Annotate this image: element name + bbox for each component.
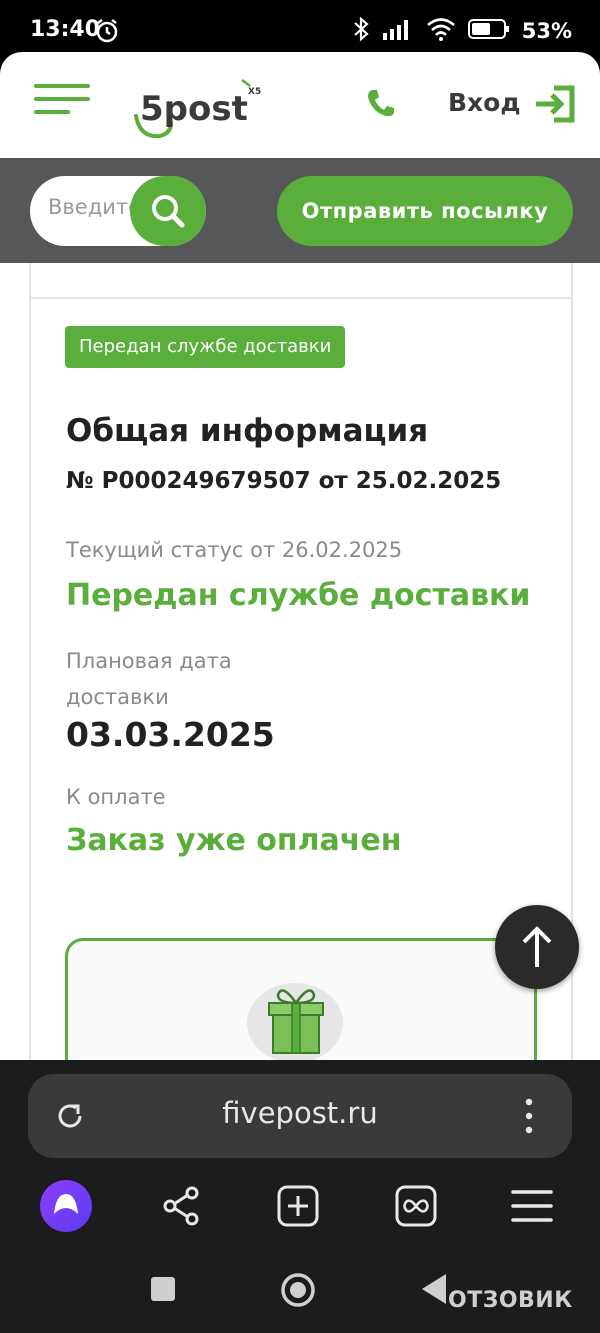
order-number: № P000249679507 от 25.02.2025	[66, 468, 502, 494]
delivery-date-value: 03.03.2025	[66, 715, 275, 754]
address-bar[interactable]: fivepost.ru	[28, 1074, 572, 1158]
share-icon[interactable]	[160, 1184, 204, 1232]
url-text: fivepost.ru	[222, 1096, 378, 1130]
wifi-icon	[426, 17, 456, 45]
search-strip: Отправить посылку	[0, 158, 600, 263]
status-time: 13:40	[30, 17, 101, 42]
card-border	[29, 263, 31, 297]
payment-value: Заказ уже оплачен	[66, 823, 402, 858]
gift-icon	[240, 973, 350, 1060]
watermark: ОТЗОВИК	[448, 1288, 573, 1313]
hamburger-menu-icon[interactable]	[34, 84, 90, 116]
logo-text: 5post	[140, 89, 248, 129]
section-title: Общая информация	[66, 413, 429, 449]
arrow-up-icon	[522, 926, 552, 967]
search-icon	[152, 195, 185, 228]
alarm-icon	[94, 18, 120, 48]
send-parcel-button[interactable]: Отправить посылку	[277, 176, 573, 246]
logo-badge: X5	[248, 87, 261, 97]
search-button[interactable]	[130, 176, 206, 246]
status-indicators: 53%	[352, 16, 572, 46]
login-link[interactable]: Вход	[448, 88, 521, 117]
home-icon[interactable]	[280, 1272, 316, 1312]
browser-bar: fivepost.ru ОТЗОВИК	[0, 1060, 600, 1333]
battery-icon	[467, 18, 510, 44]
battery-percent: 53%	[521, 19, 572, 43]
bluetooth-icon	[352, 16, 370, 46]
status-badge: Передан службе доставки	[65, 326, 346, 368]
phone-icon[interactable]	[366, 88, 396, 122]
new-tab-icon[interactable]	[276, 1184, 320, 1232]
menu-icon[interactable]	[510, 1186, 554, 1230]
status-value: Передан службе доставки	[66, 578, 531, 613]
site-header: 5post X5 Вход	[0, 52, 600, 158]
back-icon[interactable]	[420, 1272, 448, 1310]
logo[interactable]: 5post X5	[130, 72, 270, 142]
delivery-date-caption: Плановая дата доставки	[66, 649, 232, 709]
scroll-to-top-button[interactable]	[495, 905, 579, 989]
more-options-icon[interactable]	[522, 1096, 536, 1140]
login-icon[interactable]	[534, 84, 576, 128]
signal-icon	[382, 17, 414, 45]
payment-caption: К оплате	[66, 785, 166, 809]
order-content: Передан службе доставки Общая информация…	[0, 263, 600, 1060]
recents-icon[interactable]	[150, 1276, 176, 1306]
browser-toolbar	[0, 1178, 600, 1242]
status-caption: Текущий статус от 26.02.2025	[66, 538, 403, 562]
alice-assistant-icon[interactable]	[38, 1178, 94, 1238]
card-border	[571, 263, 573, 297]
tabs-icon[interactable]	[394, 1184, 438, 1232]
